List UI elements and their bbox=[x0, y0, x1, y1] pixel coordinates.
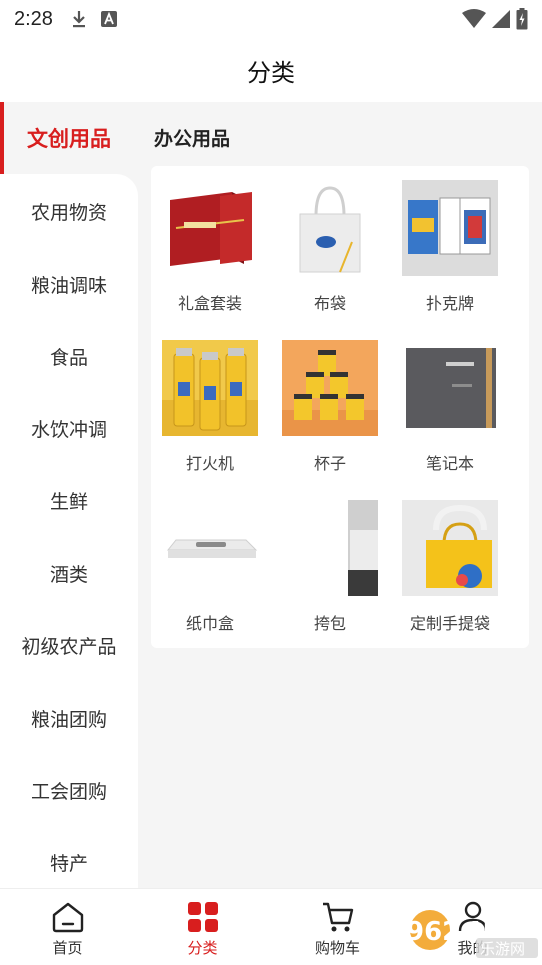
category-icon bbox=[187, 902, 218, 932]
status-icons-right bbox=[462, 8, 528, 30]
category-content: 办公用品 礼盒套装 布袋 扑克牌 打火机 杯子 笔记本 纸巾盒 挎包 定制手提袋 bbox=[138, 102, 542, 888]
header: 分类 bbox=[0, 38, 542, 102]
product-poker[interactable]: 扑克牌 bbox=[391, 168, 509, 328]
watermark-text-sub: 乐游网 bbox=[480, 940, 525, 958]
product-label: 布袋 bbox=[313, 294, 346, 313]
cups-image bbox=[282, 340, 378, 436]
product-grid: 礼盒套装 布袋 扑克牌 打火机 杯子 笔记本 纸巾盒 挎包 定制手提袋 bbox=[151, 166, 529, 648]
sidebar-item-wenchuang[interactable]: 文创用品 bbox=[0, 102, 138, 174]
status-icons-left bbox=[71, 9, 117, 29]
cart-icon bbox=[322, 902, 353, 932]
sidebar-item-label: 水饮冲调 bbox=[30, 418, 107, 441]
download-icon bbox=[72, 11, 85, 28]
sidebar-item-label: 农用物资 bbox=[30, 201, 107, 224]
playing-cards-image bbox=[402, 180, 498, 276]
product-handbag[interactable]: 定制手提袋 bbox=[391, 488, 509, 648]
shoulder-bag-image bbox=[282, 500, 378, 596]
sidebar-item-label: 文创用品 bbox=[27, 127, 111, 151]
sidebar-item-label: 生鲜 bbox=[49, 490, 88, 513]
sidebar-item-shuiyin[interactable]: 水饮冲调 bbox=[0, 392, 138, 464]
nav-category[interactable]: 分类 bbox=[135, 889, 270, 965]
notebook-image bbox=[402, 340, 498, 436]
nav-label: 首页 bbox=[52, 939, 83, 957]
sidebar-item-liangyou[interactable]: 粮油调味 bbox=[0, 248, 138, 320]
page-title: 分类 bbox=[247, 58, 295, 87]
product-label: 定制手提袋 bbox=[409, 614, 490, 633]
product-label: 纸巾盒 bbox=[185, 614, 234, 633]
gift-box-image bbox=[162, 180, 258, 276]
sidebar-item-label: 粮油团购 bbox=[30, 708, 107, 731]
category-sidebar: 文创用品 农用物资 粮油调味 食品 水饮冲调 生鲜 酒类 初级农产品 粮油团购 … bbox=[0, 102, 138, 888]
nav-label: 购物车 bbox=[314, 939, 360, 957]
product-shoulder-bag[interactable]: 挎包 bbox=[271, 488, 389, 648]
product-label: 挎包 bbox=[313, 614, 346, 633]
product-tote-bag[interactable]: 布袋 bbox=[271, 168, 389, 328]
product-notebook[interactable]: 笔记本 bbox=[391, 328, 509, 488]
sidebar-item-gonghui[interactable]: 工会团购 bbox=[0, 754, 138, 826]
product-cups[interactable]: 杯子 bbox=[271, 328, 389, 488]
product-lighter[interactable]: 打火机 bbox=[151, 328, 269, 488]
nav-home[interactable]: 首页 bbox=[0, 889, 135, 965]
product-label: 杯子 bbox=[313, 454, 346, 473]
product-label: 礼盒套装 bbox=[177, 294, 242, 313]
product-label: 扑克牌 bbox=[425, 294, 474, 313]
sidebar-item-label: 食品 bbox=[49, 346, 88, 369]
lighter-image bbox=[162, 340, 258, 436]
sidebar-item-nongyong[interactable]: 农用物资 bbox=[0, 175, 138, 247]
sidebar-item-label: 初级农产品 bbox=[21, 635, 117, 658]
section-title: 办公用品 bbox=[154, 128, 231, 150]
sidebar-item-liangyou-tuangou[interactable]: 粮油团购 bbox=[0, 682, 138, 754]
nav-cart[interactable]: 购物车 bbox=[270, 889, 405, 965]
site-watermark: 962.NET 乐游网 bbox=[406, 910, 538, 958]
product-label: 打火机 bbox=[185, 454, 234, 473]
status-bar: 2:28 bbox=[0, 0, 542, 38]
sidebar-item-label: 酒类 bbox=[49, 563, 88, 586]
sidebar-item-chuji[interactable]: 初级农产品 bbox=[0, 609, 138, 681]
product-gift-box[interactable]: 礼盒套装 bbox=[151, 168, 269, 328]
signal-icon bbox=[492, 10, 510, 28]
sidebar-item-shengxian[interactable]: 生鲜 bbox=[0, 464, 138, 536]
sidebar-item-label: 特产 bbox=[49, 852, 88, 875]
sidebar-item-label: 粮油调味 bbox=[30, 274, 107, 297]
wifi-icon bbox=[462, 9, 486, 28]
nav-label: 分类 bbox=[187, 939, 218, 957]
tote-bag-image bbox=[282, 180, 378, 276]
sidebar-item-jiulei[interactable]: 酒类 bbox=[0, 537, 138, 609]
font-a-icon bbox=[100, 11, 117, 27]
tissue-box-image bbox=[162, 500, 258, 596]
product-tissue-box[interactable]: 纸巾盒 bbox=[151, 488, 269, 648]
product-label: 笔记本 bbox=[425, 454, 474, 473]
status-time: 2:28 bbox=[14, 7, 53, 30]
handbag-image bbox=[402, 500, 498, 596]
battery-icon bbox=[516, 8, 528, 30]
home-icon bbox=[52, 902, 83, 933]
sidebar-item-label: 工会团购 bbox=[30, 780, 107, 803]
sidebar-item-shipin[interactable]: 食品 bbox=[0, 320, 138, 392]
